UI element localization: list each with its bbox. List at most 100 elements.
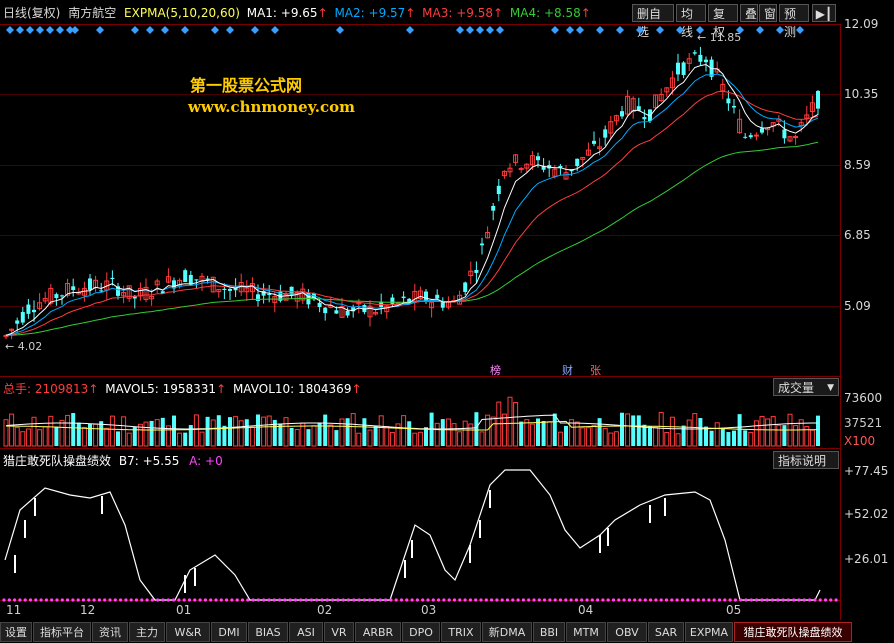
volume-bar [407,421,412,446]
volume-bar [367,429,373,447]
volume-bar [793,425,799,447]
signal-diamond-icon [71,26,79,34]
x-axis-label: 11 [6,603,22,617]
volume-bar [266,415,272,447]
tab-arbr[interactable]: ARBR [355,622,401,642]
indicator-dot [108,598,112,602]
indicator-dot [71,598,75,602]
tab-vr[interactable]: VR [324,622,354,642]
indicator-dot [182,598,186,602]
volume-bar [434,422,440,447]
volume-bar [14,426,20,447]
volume-bar [412,432,418,447]
x-axis-label: 03 [421,603,437,617]
volume-indicator-dropdown[interactable]: 成交量 ▼ [773,378,839,396]
volume-bar [776,424,782,447]
indicator-dot [521,598,526,602]
volume-bar [306,429,311,446]
volume-bar [485,414,491,447]
tab-wr[interactable]: W&R [166,622,210,642]
tab-dmi[interactable]: DMI [211,622,247,642]
indicator-dot [717,598,722,602]
volume-bar [457,431,463,447]
volume-bar [93,423,99,447]
indicator-dot [495,598,499,602]
candle-body [592,140,596,144]
volume-bar [48,415,54,447]
indicator-dot [580,598,584,602]
candle-body [99,290,104,292]
tab-bbi[interactable]: BBI [533,622,565,642]
tab-settings[interactable]: 设置 [0,622,32,642]
indicator-dot [309,598,313,602]
indicator-dot [357,598,361,602]
volume-bar [334,430,339,446]
volume-bar [311,425,317,447]
volume-bar [373,426,378,446]
indicator-dot [240,598,245,602]
volume-bar [552,413,557,446]
indicator-dot [558,598,563,602]
volume-bar [642,424,647,446]
indicator-dot [468,598,472,602]
indicator-dot [680,598,685,602]
indicator-dot [362,598,366,602]
tab-asi[interactable]: ASI [289,622,323,642]
volume-bar [720,427,725,446]
signal-diamond-icon [796,26,804,34]
indicator-dot [103,598,107,602]
candle-body [256,294,260,301]
indicator-dot [145,598,149,602]
signal-diamond-icon [336,26,344,34]
event-mark[interactable]: 张 [590,362,601,378]
volume-bar [59,419,65,447]
volume-bar [350,413,356,447]
indicator-dot [34,598,38,602]
indicator-dot [500,598,504,602]
candle-body [32,309,36,313]
candle-body [15,320,20,324]
tab-active-indicator[interactable]: 猎庄敢死队操盘绩效 [734,622,852,642]
tab-dpo[interactable]: DPO [402,622,440,642]
tab-sar[interactable]: SAR [648,622,684,642]
signal-diamond-icon [466,26,474,34]
candle-body [183,270,188,283]
event-mark[interactable]: 财 [562,362,573,378]
volume-bar [126,432,132,447]
tab-expma[interactable]: EXPMA [685,622,733,642]
volume-bar [479,431,485,447]
indicator-dot [574,598,579,602]
candle-body [496,185,501,195]
signal-diamond-icon [756,26,764,34]
signal-diamond-icon [6,26,14,34]
tab-mtm[interactable]: MTM [566,622,606,642]
event-mark[interactable]: 榜 [490,362,501,378]
volume-bar [613,431,619,447]
indicator-dot [707,598,711,602]
volume-bar [172,415,176,446]
tab-bias[interactable]: BIAS [248,622,288,642]
tab-main-force[interactable]: 主力 [129,622,165,642]
indicator-dot [823,598,828,602]
tab-indicator-platform[interactable]: 指标平台 [33,622,91,642]
indicator-panel-name[interactable]: 猎庄敢死队操盘绩效 [3,454,111,468]
indicator-dot [421,598,425,602]
volume-bar [636,415,641,446]
x-axis-label: 12 [80,603,96,617]
candle-body [636,106,641,111]
tab-obv[interactable]: OBV [607,622,647,642]
indicator-dot [479,598,483,602]
volume-bar [289,427,294,446]
indicator-help-button[interactable]: 指标说明 [773,451,839,469]
tab-news[interactable]: 资讯 [92,622,128,642]
tab-trix[interactable]: TRIX [441,622,481,642]
volume-bar [737,414,742,446]
signal-diamond-icon [181,26,189,34]
indicator-dot [315,598,319,602]
volume-bar [704,426,708,446]
indicator-dot [140,598,144,602]
indicator-bars [14,490,666,593]
volume-bar [658,411,664,447]
volume-bar [149,420,154,446]
tab-new-dma[interactable]: 新DMA [482,622,532,642]
